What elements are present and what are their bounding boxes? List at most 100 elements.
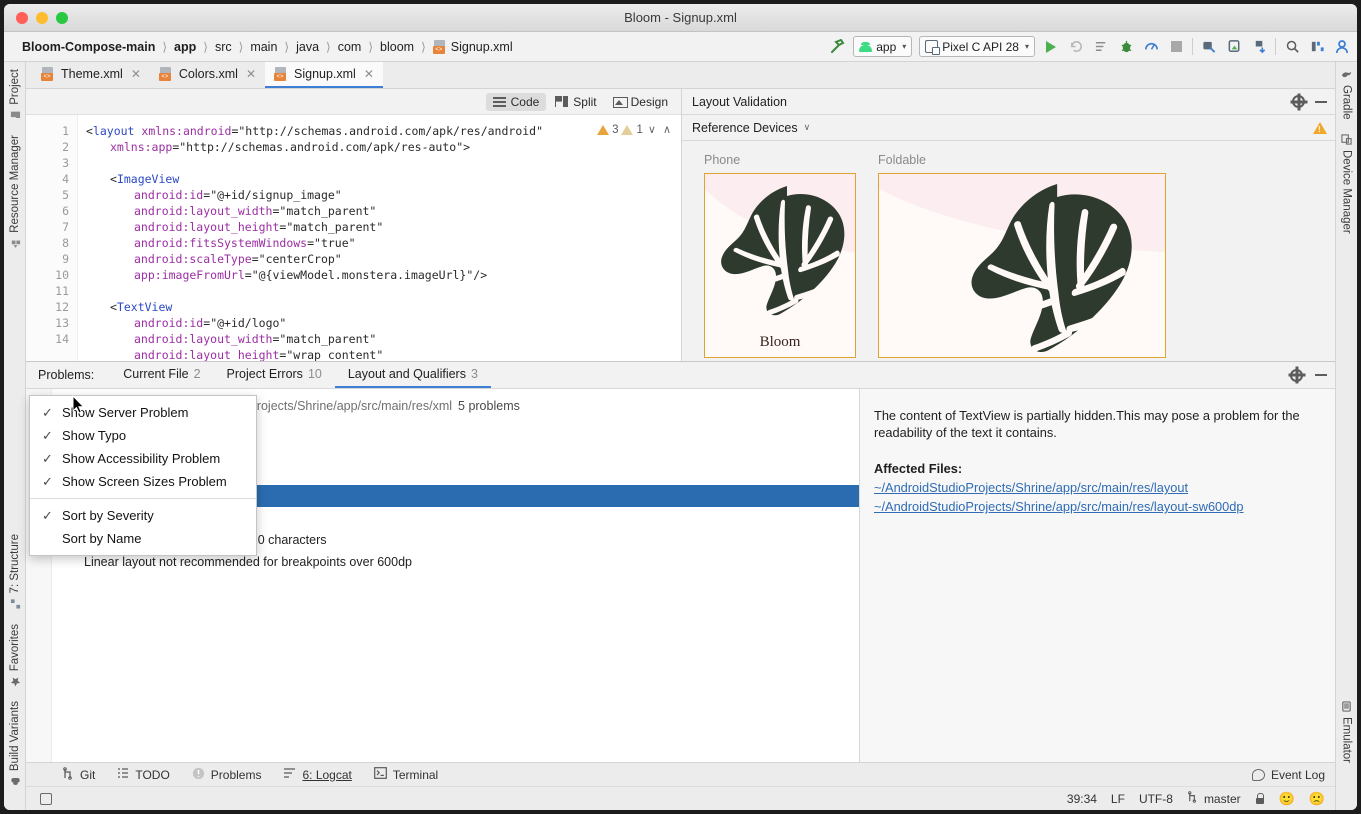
profiler-icon[interactable] — [1142, 37, 1160, 57]
layout-validation-title: Layout Validation — [692, 95, 787, 109]
minimize-icon[interactable] — [1315, 374, 1327, 376]
sidebar-item-project[interactable]: Project — [7, 62, 23, 128]
code-line: android:layout_width="match_parent" — [86, 203, 681, 219]
hammer-icon[interactable] — [828, 37, 846, 57]
device-preview-foldable[interactable]: Foldable — [878, 153, 1166, 361]
reference-devices-filter[interactable]: Reference Devices ∨ — [682, 115, 1335, 141]
editor-mode-design[interactable]: Design — [606, 93, 675, 111]
source-code[interactable]: <layout xmlns:android="http://schemas.an… — [86, 123, 681, 361]
bottom-item-problems[interactable]: Problems — [192, 767, 262, 783]
center-column: Theme.xml ✕ Colors.xml ✕ Signup.xml ✕ — [26, 62, 1335, 810]
avd-manager-icon[interactable] — [1200, 37, 1218, 57]
breadcrumb-item-java[interactable]: java — [292, 39, 323, 55]
debug-bug-icon[interactable] — [1117, 37, 1135, 57]
file-encoding[interactable]: UTF-8 — [1139, 792, 1173, 806]
close-tab-icon[interactable]: ✕ — [131, 67, 141, 81]
tab-project-errors[interactable]: Project Errors 10 — [214, 362, 335, 388]
caret-position[interactable]: 39:34 — [1067, 792, 1097, 806]
menu-item-label: Show Accessibility Problem — [62, 451, 220, 466]
bottom-item-git[interactable]: Git — [62, 767, 95, 783]
menu-item-sort-by-severity[interactable]: ✓ Sort by Severity — [30, 504, 256, 527]
mouse-cursor — [72, 395, 85, 414]
previous-problem-icon[interactable]: ∧ — [661, 123, 673, 136]
toggle-sidebar-icon[interactable] — [40, 793, 52, 805]
next-problem-icon[interactable]: ∨ — [646, 123, 658, 136]
todo-list-icon — [117, 767, 129, 782]
left-tool-rail: Project Resource Manager 7: Structure Fa — [4, 62, 26, 810]
warning-count: 3 — [612, 124, 618, 136]
menu-item-sort-by-name[interactable]: Sort by Name — [30, 527, 256, 550]
sidebar-item-resource-manager[interactable]: Resource Manager — [7, 128, 23, 256]
bottom-item-terminal[interactable]: Terminal — [374, 767, 438, 782]
sidebar-item-device-manager[interactable]: Device Manager — [1339, 127, 1355, 241]
device-manager-icon — [1341, 134, 1352, 145]
sidebar-item-gradle[interactable]: Gradle — [1339, 62, 1355, 127]
search-icon[interactable] — [1283, 37, 1301, 57]
gear-icon[interactable] — [1290, 369, 1303, 382]
stop-square-icon[interactable] — [1167, 37, 1185, 57]
run-play-icon[interactable] — [1042, 37, 1060, 57]
editor-tab-colors-xml[interactable]: Colors.xml ✕ — [150, 62, 265, 88]
run-configuration-selector[interactable]: app ▾ — [853, 36, 912, 57]
editor-mode-code[interactable]: Code — [486, 93, 547, 111]
user-account-icon[interactable] — [1333, 37, 1351, 57]
sidebar-item-label: 7: Structure — [9, 534, 21, 593]
editor-tab-theme-xml[interactable]: Theme.xml ✕ — [32, 62, 150, 88]
bottom-item-label: Terminal — [393, 768, 438, 782]
sidebar-item-structure[interactable]: 7: Structure — [7, 527, 23, 616]
breadcrumb-item-com[interactable]: com — [334, 39, 366, 55]
project-structure-icon[interactable] — [1308, 37, 1326, 57]
editor-mode-label: Code — [511, 95, 540, 109]
problems-filter-context-menu[interactable]: ✓ Show Server Problem ✓ Show Typo ✓ Show… — [29, 395, 257, 556]
logcat-icon — [283, 767, 296, 782]
affected-file-link[interactable]: ~/AndroidStudioProjects/Shrine/app/src/m… — [874, 499, 1313, 514]
menu-item-show-server-problem[interactable]: ✓ Show Server Problem — [30, 401, 256, 424]
tab-count: 3 — [471, 367, 478, 381]
problems-body: ∨ Signup.xml ~/AndroidStudioProjects/Shr… — [26, 389, 1335, 762]
close-tab-icon[interactable]: ✕ — [246, 67, 256, 81]
menu-item-show-screen-sizes-problem[interactable]: ✓ Show Screen Sizes Problem — [30, 470, 256, 493]
breadcrumb-item-src[interactable]: src — [211, 39, 236, 55]
editor-tab-signup-xml[interactable]: Signup.xml ✕ — [265, 62, 383, 88]
line-separator[interactable]: LF — [1111, 792, 1125, 806]
warning-triangle-icon[interactable] — [1313, 122, 1327, 134]
breadcrumb-item-app[interactable]: app — [170, 39, 200, 55]
tab-layout-and-qualifiers[interactable]: Layout and Qualifiers 3 — [335, 362, 491, 388]
affected-file-link[interactable]: ~/AndroidStudioProjects/Shrine/app/src/m… — [874, 480, 1313, 495]
sdk-manager-icon[interactable] — [1225, 37, 1243, 57]
breadcrumb-item-main[interactable]: main — [246, 39, 281, 55]
close-tab-icon[interactable]: ✕ — [364, 67, 374, 81]
sidebar-item-emulator[interactable]: Emulator — [1339, 694, 1355, 770]
code-editor[interactable]: 1234567891011121314 <layout xmlns:androi… — [26, 115, 681, 361]
breadcrumb-item-bloom[interactable]: bloom — [376, 39, 418, 55]
monstera-leaf-illustration — [939, 184, 1166, 358]
breadcrumb: Bloom-Compose-main ⟩ app ⟩ src ⟩ main ⟩ … — [18, 39, 517, 55]
gear-icon[interactable] — [1292, 95, 1305, 108]
code-lines-icon — [493, 96, 506, 107]
device-render-frame[interactable] — [878, 173, 1166, 358]
editor-mode-split[interactable]: Split — [548, 93, 603, 111]
lock-icon[interactable] — [1255, 793, 1265, 804]
minimize-icon[interactable] — [1315, 101, 1327, 103]
checkmark-icon: ✓ — [42, 405, 62, 421]
gradle-sync-icon[interactable] — [1250, 37, 1268, 57]
device-preview-phone[interactable]: Phone — [704, 153, 856, 361]
apply-code-changes-icon[interactable] — [1092, 37, 1110, 57]
tab-current-file[interactable]: Current File 2 — [110, 362, 213, 388]
git-branch-widget[interactable]: master — [1187, 791, 1241, 806]
bottom-item-logcat[interactable]: 6: Logcat — [283, 767, 351, 782]
sidebar-item-build-variants[interactable]: Build Variants — [7, 694, 23, 794]
happy-face-icon[interactable]: 🙂 — [1279, 791, 1295, 807]
device-selector[interactable]: Pixel C API 28 ▾ — [919, 36, 1035, 57]
breadcrumb-item-file[interactable]: Signup.xml — [429, 39, 517, 55]
sad-face-icon[interactable]: 🙁 — [1309, 791, 1325, 807]
inspection-summary-widget[interactable]: 3 1 ∨ ∧ — [597, 123, 673, 136]
bottom-item-todo[interactable]: TODO — [117, 767, 169, 782]
breadcrumb-item-project[interactable]: Bloom-Compose-main — [18, 39, 159, 55]
event-log-button[interactable]: Event Log — [1252, 768, 1335, 782]
device-render-frame[interactable]: Bloom — [704, 173, 856, 358]
sidebar-item-favorites[interactable]: Favorites — [7, 617, 23, 694]
apply-changes-icon[interactable] — [1067, 37, 1085, 57]
menu-item-show-accessibility-problem[interactable]: ✓ Show Accessibility Problem — [30, 447, 256, 470]
menu-item-show-typo[interactable]: ✓ Show Typo — [30, 424, 256, 447]
